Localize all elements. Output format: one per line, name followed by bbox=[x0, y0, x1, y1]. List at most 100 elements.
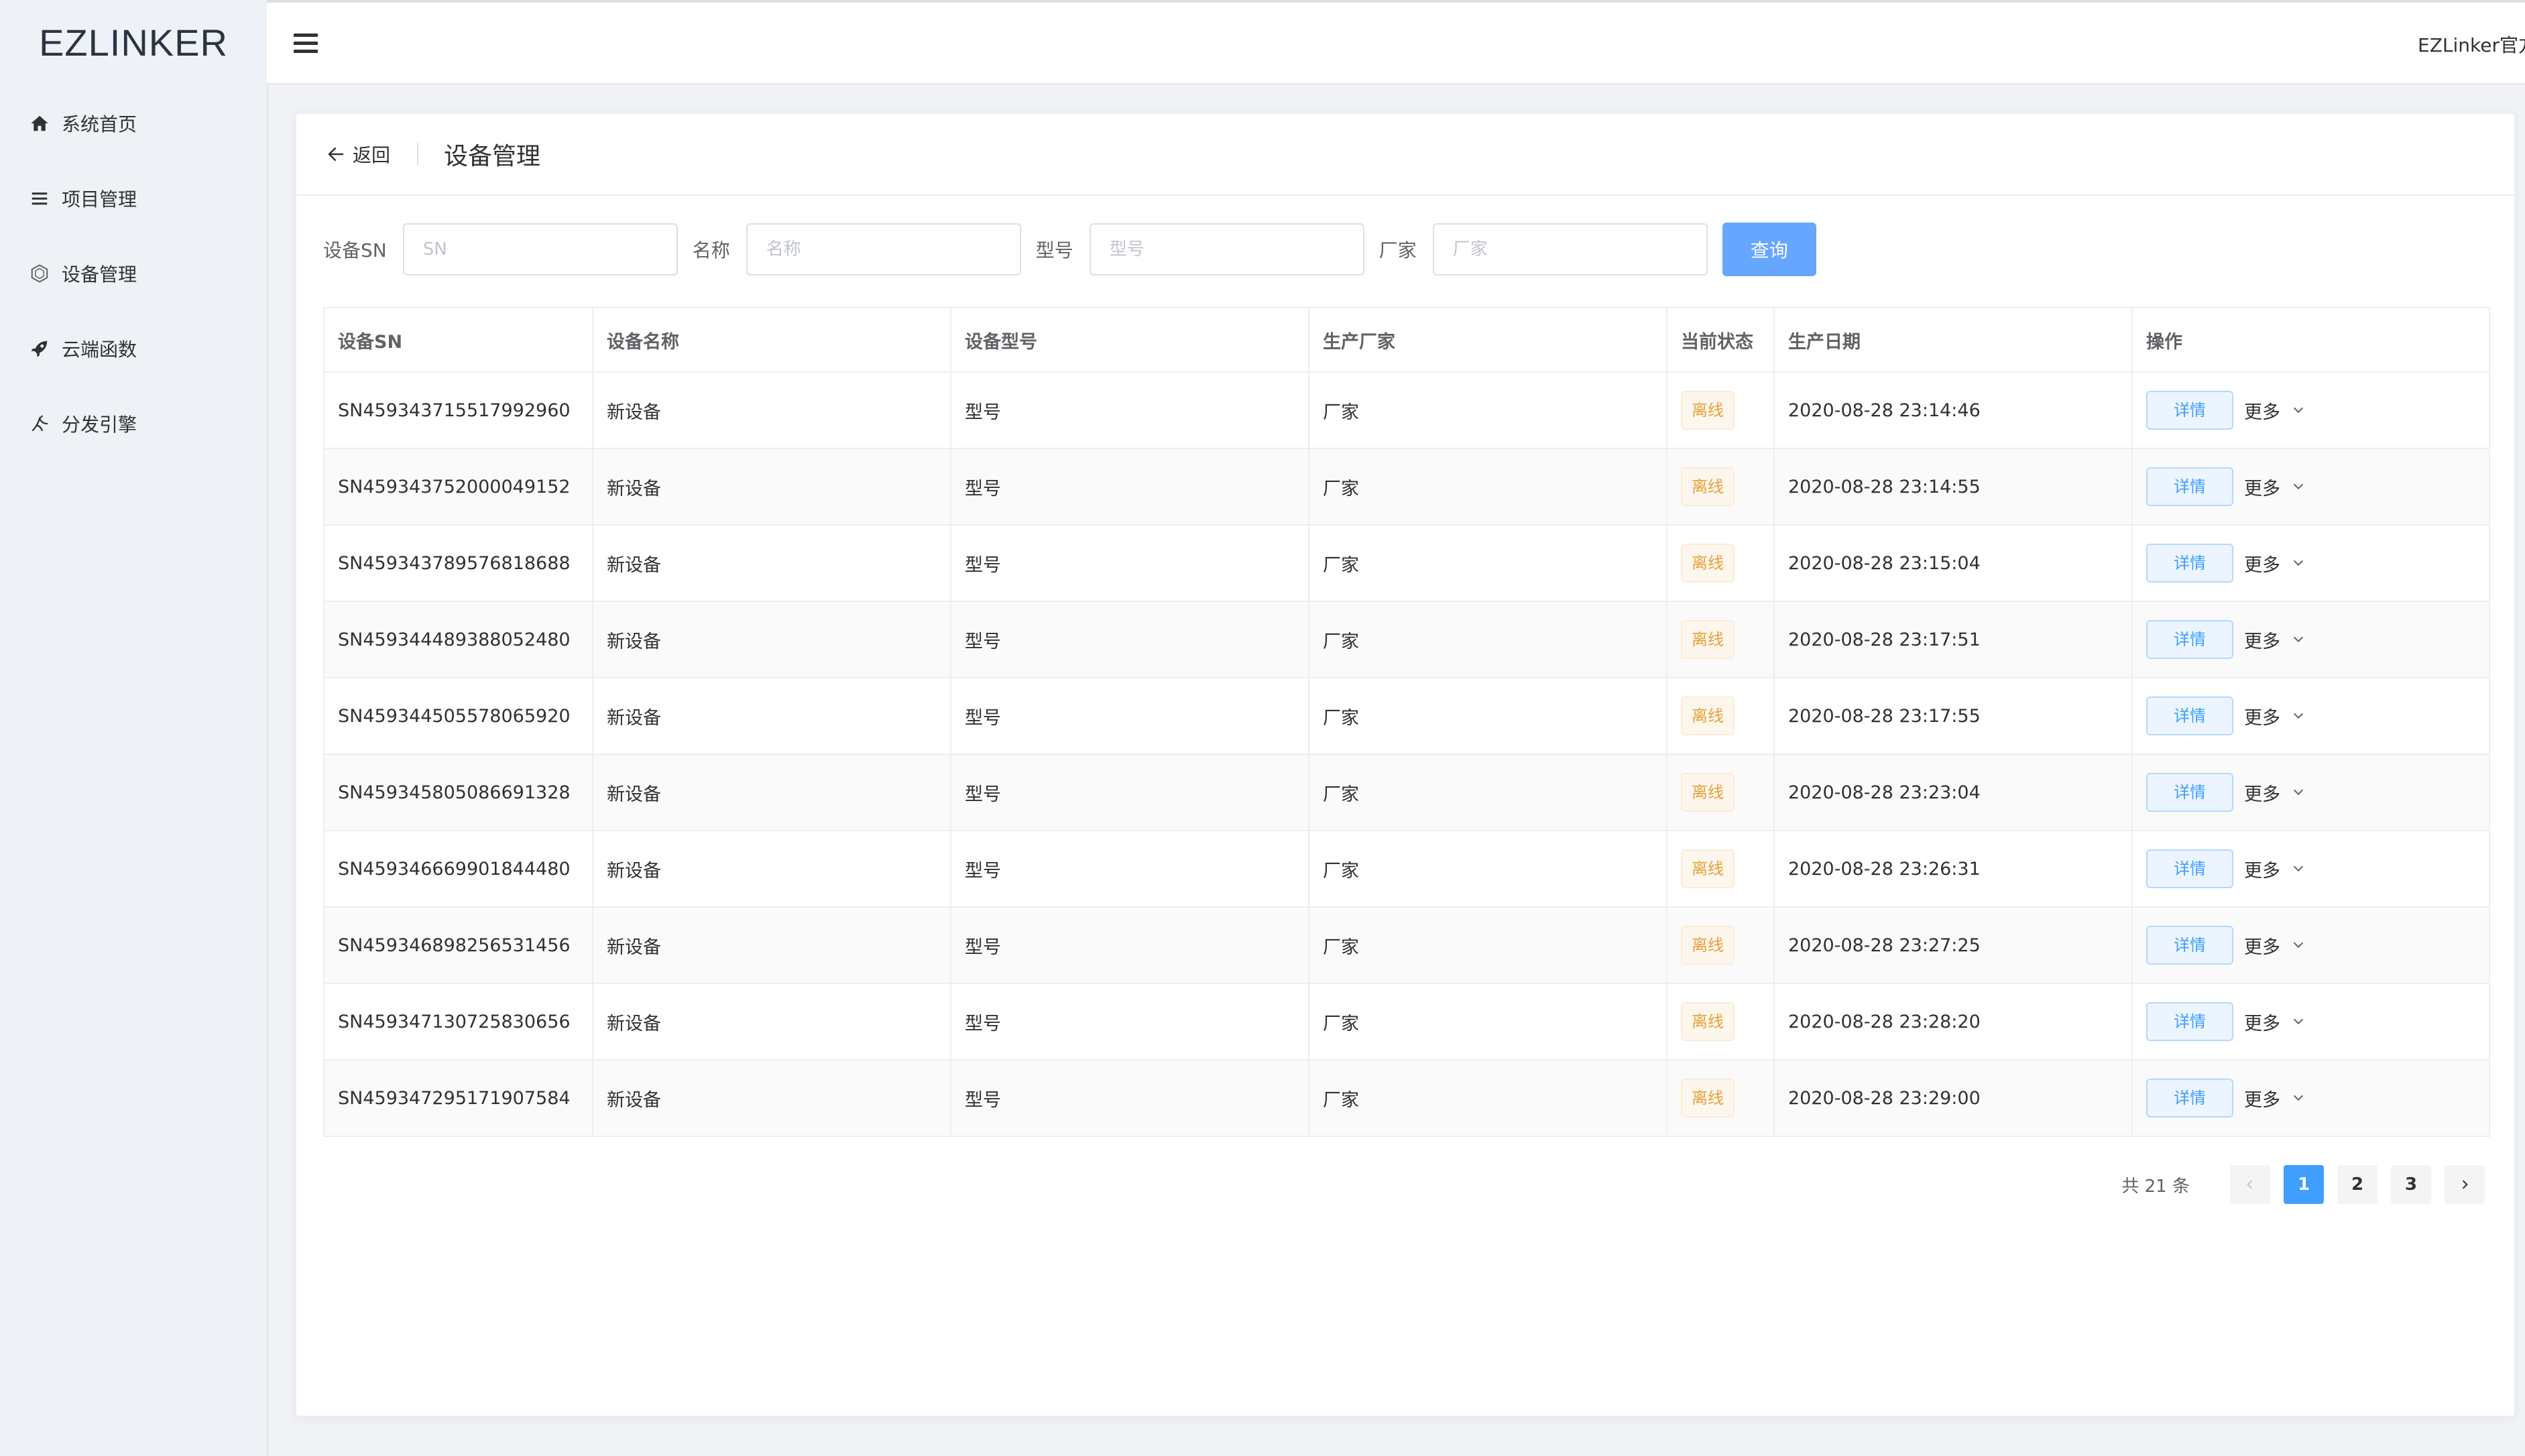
cell-status: 离线 bbox=[1667, 525, 1775, 602]
more-dropdown[interactable]: 更多 bbox=[2244, 474, 2306, 500]
column-header-date: 生产日期 bbox=[1774, 308, 2133, 373]
back-button[interactable]: 返回 bbox=[326, 141, 390, 168]
next-page-button[interactable] bbox=[2445, 1165, 2485, 1204]
cell-status: 离线 bbox=[1667, 907, 1775, 984]
chevron-down-icon bbox=[2293, 1018, 2304, 1025]
detail-button[interactable]: 详情 bbox=[2146, 696, 2233, 735]
user-menu[interactable]: EZLinker官方 bbox=[2418, 31, 2525, 58]
chevron-down-icon bbox=[2293, 636, 2304, 643]
cell-actions: 详情 更多 bbox=[2132, 754, 2489, 831]
cell-actions: 详情 更多 bbox=[2132, 372, 2489, 449]
chevron-down-icon bbox=[2293, 942, 2304, 949]
more-label: 更多 bbox=[2244, 478, 2280, 499]
name-label: 名称 bbox=[692, 239, 730, 261]
cell-status: 离线 bbox=[1667, 678, 1775, 755]
sidebar-item-home[interactable]: 系统首页 bbox=[0, 86, 267, 161]
more-label: 更多 bbox=[2244, 860, 2280, 882]
device-table: 设备SN 设备名称 设备型号 生产厂家 当前状态 生产日期 操作 SN45934… bbox=[323, 307, 2490, 1137]
detail-button[interactable]: 详情 bbox=[2146, 849, 2233, 888]
cell-date: 2020-08-28 23:14:46 bbox=[1774, 372, 2133, 449]
more-dropdown[interactable]: 更多 bbox=[2244, 932, 2306, 959]
detail-button[interactable]: 详情 bbox=[2146, 773, 2233, 812]
home-icon bbox=[28, 112, 51, 135]
column-header-vendor: 生产厂家 bbox=[1309, 308, 1667, 373]
page-button-2[interactable]: 2 bbox=[2337, 1165, 2377, 1204]
cell-actions: 详情 更多 bbox=[2132, 1060, 2489, 1136]
more-label: 更多 bbox=[2244, 402, 2280, 423]
cell-sn: SN459343789576818688 bbox=[325, 525, 593, 602]
model-input[interactable] bbox=[1089, 223, 1364, 276]
sidebar-item-label: 系统首页 bbox=[62, 113, 137, 135]
cell-status: 离线 bbox=[1667, 831, 1775, 908]
cell-name: 新设备 bbox=[593, 525, 951, 602]
cell-model: 型号 bbox=[951, 983, 1309, 1060]
cell-name: 新设备 bbox=[593, 907, 951, 984]
table-row: SN459344505578065920 新设备 型号 厂家 离线 2020-08-28 … bbox=[325, 678, 2489, 755]
page-header: 返回 设备管理 bbox=[296, 114, 2514, 196]
more-dropdown[interactable]: 更多 bbox=[2244, 1085, 2306, 1111]
chevron-down-icon bbox=[2293, 865, 2304, 872]
prev-page-button[interactable] bbox=[2230, 1165, 2270, 1204]
table-row: SN459344489388052480 新设备 型号 厂家 离线 2020-08-28 … bbox=[325, 601, 2489, 678]
name-input[interactable] bbox=[746, 223, 1021, 276]
more-label: 更多 bbox=[2244, 707, 2280, 729]
more-dropdown[interactable]: 更多 bbox=[2244, 627, 2306, 653]
cell-actions: 详情 更多 bbox=[2132, 831, 2489, 908]
cell-actions: 详情 更多 bbox=[2132, 678, 2489, 755]
page-button-1[interactable]: 1 bbox=[2284, 1165, 2324, 1204]
detail-button[interactable]: 详情 bbox=[2146, 544, 2233, 583]
cell-sn: SN459345805086691328 bbox=[325, 754, 593, 831]
cell-actions: 详情 更多 bbox=[2132, 448, 2489, 526]
status-badge: 离线 bbox=[1681, 467, 1735, 506]
table-row: SN459347130725830656 新设备 型号 厂家 离线 2020-08-28 … bbox=[325, 983, 2489, 1060]
table-row: SN459343752000049152 新设备 型号 厂家 离线 2020-08-28 … bbox=[325, 448, 2489, 526]
detail-button[interactable]: 详情 bbox=[2146, 926, 2233, 965]
more-dropdown[interactable]: 更多 bbox=[2244, 856, 2306, 882]
chevron-down-icon bbox=[2293, 560, 2304, 566]
sidebar: EZLINKER 系统首页 项目管理 设备管理 云端函数 分发引擎 bbox=[0, 0, 268, 1456]
status-badge: 离线 bbox=[1681, 926, 1735, 965]
cell-vendor: 厂家 bbox=[1309, 601, 1667, 678]
sidebar-item-label: 设备管理 bbox=[62, 263, 137, 286]
more-dropdown[interactable]: 更多 bbox=[2244, 1009, 2306, 1035]
more-dropdown[interactable]: 更多 bbox=[2244, 550, 2306, 577]
cell-vendor: 厂家 bbox=[1309, 907, 1667, 984]
chevron-down-icon bbox=[2293, 1095, 2304, 1101]
main-card: 返回 设备管理 设备SN 名称 型号 厂家 查询 设备SN 设备名称 设备型号 bbox=[295, 113, 2516, 1417]
cell-status: 离线 bbox=[1667, 372, 1775, 449]
more-label: 更多 bbox=[2244, 784, 2280, 805]
cell-status: 离线 bbox=[1667, 601, 1775, 678]
table-row: SN459343715517992960 新设备 型号 厂家 离线 2020-08-28 … bbox=[325, 372, 2489, 449]
cell-vendor: 厂家 bbox=[1309, 831, 1667, 908]
status-badge: 离线 bbox=[1681, 849, 1735, 888]
query-button[interactable]: 查询 bbox=[1722, 223, 1816, 276]
sidebar-item-dispatch-engine[interactable]: 分发引擎 bbox=[0, 386, 267, 461]
cell-sn: SN459347130725830656 bbox=[325, 983, 593, 1060]
cell-model: 型号 bbox=[951, 831, 1309, 908]
sidebar-item-devices[interactable]: 设备管理 bbox=[0, 236, 267, 311]
status-badge: 离线 bbox=[1681, 544, 1735, 583]
more-dropdown[interactable]: 更多 bbox=[2244, 398, 2306, 424]
vendor-input[interactable] bbox=[1432, 223, 1708, 276]
detail-button[interactable]: 详情 bbox=[2146, 467, 2233, 506]
column-header-actions: 操作 bbox=[2132, 308, 2489, 373]
sn-input[interactable] bbox=[402, 223, 678, 276]
detail-button[interactable]: 详情 bbox=[2146, 1002, 2233, 1041]
detail-button[interactable]: 详情 bbox=[2146, 391, 2233, 430]
table-row: SN459345805086691328 新设备 型号 厂家 离线 2020-08-28 … bbox=[325, 754, 2489, 831]
more-dropdown[interactable]: 更多 bbox=[2244, 703, 2306, 729]
cell-status: 离线 bbox=[1667, 983, 1775, 1060]
sidebar-item-projects[interactable]: 项目管理 bbox=[0, 161, 267, 236]
table-row: SN459346898256531456 新设备 型号 厂家 离线 2020-08-28 … bbox=[325, 907, 2489, 984]
detail-button[interactable]: 详情 bbox=[2146, 620, 2233, 659]
cell-date: 2020-08-28 23:28:20 bbox=[1774, 983, 2133, 1060]
more-dropdown[interactable]: 更多 bbox=[2244, 780, 2306, 806]
sidebar-item-cloud-functions[interactable]: 云端函数 bbox=[0, 311, 267, 386]
cell-name: 新设备 bbox=[593, 678, 951, 755]
page-button-3[interactable]: 3 bbox=[2391, 1165, 2431, 1204]
menu-toggle-icon[interactable] bbox=[294, 34, 318, 54]
cell-actions: 详情 更多 bbox=[2132, 983, 2489, 1060]
model-label: 型号 bbox=[1035, 239, 1073, 261]
cell-sn: SN459347295171907584 bbox=[325, 1060, 593, 1136]
detail-button[interactable]: 详情 bbox=[2146, 1079, 2233, 1117]
